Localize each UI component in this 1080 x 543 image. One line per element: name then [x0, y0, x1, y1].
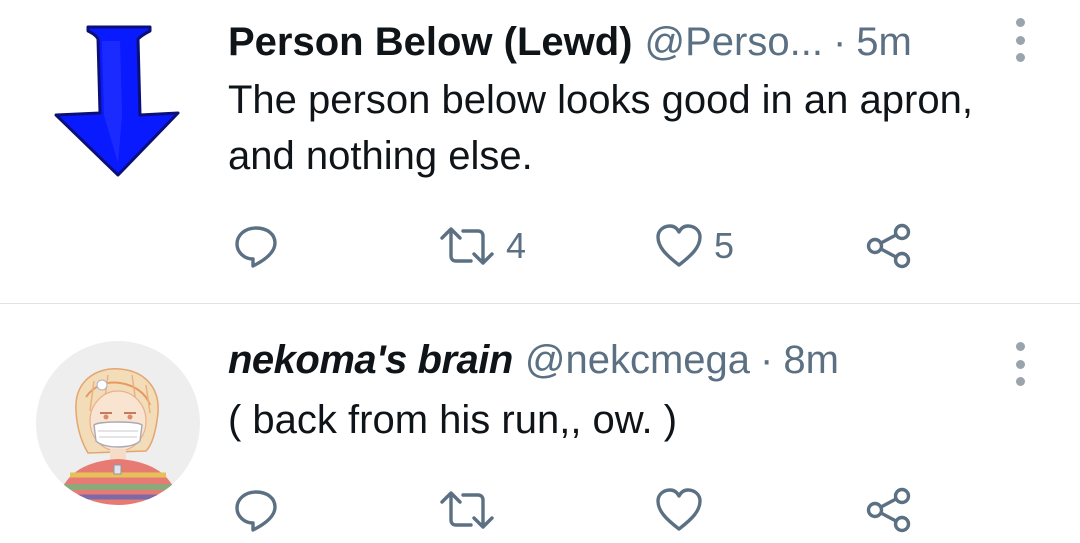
display-name[interactable]: Person Below (Lewd): [228, 14, 633, 70]
share-button[interactable]: [864, 218, 914, 274]
heart-icon: [656, 224, 702, 267]
share-icon: [866, 487, 911, 533]
more-dot-icon: [1015, 359, 1025, 369]
share-button[interactable]: [864, 482, 914, 538]
like-button[interactable]: [654, 482, 714, 538]
handle[interactable]: @Perso...: [645, 14, 823, 70]
timestamp[interactable]: 8m: [783, 332, 839, 388]
display-name[interactable]: nekoma's brain: [228, 332, 513, 388]
retweet-icon: [440, 491, 494, 529]
more-dot-icon: [1015, 377, 1025, 386]
retweet-count: 4: [506, 225, 527, 266]
tweet-header: nekoma's brain @nekcmega · 8m: [228, 332, 839, 388]
reply-button[interactable]: [232, 218, 290, 274]
timestamp[interactable]: 5m: [856, 14, 912, 70]
more-dot-icon: [1015, 342, 1025, 351]
handle[interactable]: @nekcmega: [525, 332, 750, 388]
reply-icon: [235, 226, 277, 268]
tweet-card[interactable]: nekoma's brain @nekcmega · 8m ( back fro…: [0, 304, 1080, 543]
tweet-header: Person Below (Lewd) @Perso... · 5m: [228, 14, 912, 70]
avatar[interactable]: [36, 341, 200, 505]
more-dot-icon: [1015, 35, 1025, 45]
like-count: 5: [714, 225, 735, 266]
tweet-text: The person below looks good in an apron,…: [228, 78, 973, 178]
down-arrow-icon: [54, 25, 180, 177]
tweet-text: ( back from his run,, ow. ): [228, 398, 678, 442]
reply-icon: [235, 490, 277, 532]
separator-dot: ·: [760, 338, 774, 382]
retweet-icon: [440, 227, 494, 265]
more-options-button[interactable]: [1006, 14, 1034, 66]
like-button[interactable]: 5: [654, 218, 734, 274]
more-dot-icon: [1015, 18, 1025, 27]
retweet-button[interactable]: 4: [438, 218, 526, 274]
reply-button[interactable]: [232, 482, 290, 538]
action-bar: [228, 482, 948, 538]
action-bar: 4 5: [228, 218, 948, 274]
more-options-button[interactable]: [1006, 338, 1034, 390]
tweet-card[interactable]: Person Below (Lewd) @Perso... · 5m The p…: [0, 0, 1080, 303]
heart-icon: [656, 488, 702, 531]
avatar[interactable]: [36, 15, 200, 179]
more-dot-icon: [1015, 53, 1025, 62]
share-icon: [866, 223, 911, 269]
character-avatar-icon: [36, 341, 200, 505]
separator-dot: ·: [832, 20, 847, 64]
retweet-button[interactable]: [438, 482, 506, 538]
